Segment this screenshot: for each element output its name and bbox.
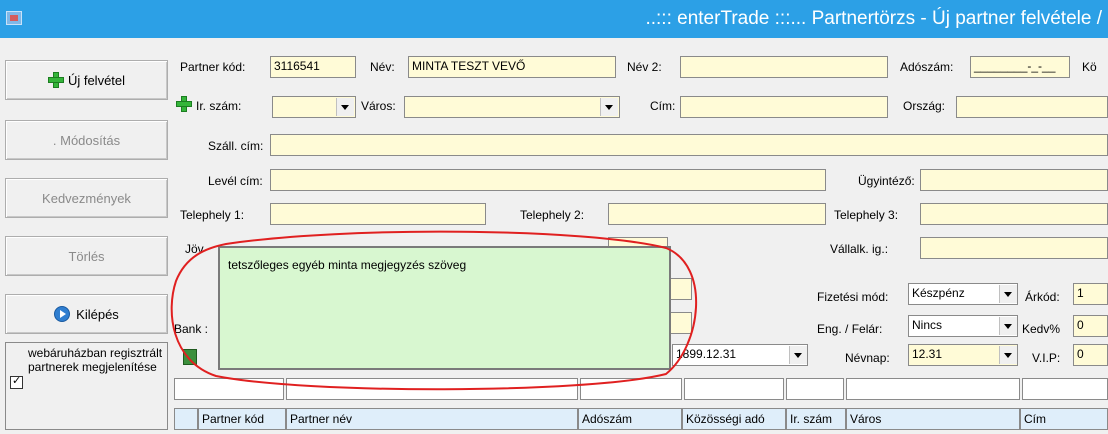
discounts-button[interactable]: Kedvezmények: [5, 178, 168, 218]
city-label: Város:: [361, 99, 396, 113]
name-label: Név:: [370, 60, 395, 74]
name2-label: Név 2:: [627, 60, 662, 74]
filter-postal-code[interactable]: [786, 378, 844, 400]
column-partner-code[interactable]: Partner kód: [198, 408, 286, 430]
site1-label: Telephely 1:: [180, 208, 245, 222]
contact-person-label: Ügyintéző:: [858, 174, 915, 188]
mail-address-field[interactable]: [270, 169, 826, 191]
web-filter-checkbox[interactable]: ✓: [10, 375, 23, 389]
vip-label: V.I.P:: [1032, 351, 1061, 365]
mail-address-label: Levél cím:: [208, 174, 263, 188]
site3-field[interactable]: [920, 203, 1108, 225]
name2-field[interactable]: [680, 56, 888, 78]
discount-surcharge-dropdown[interactable]: [999, 316, 1017, 336]
column-postal-code[interactable]: Ir. szám: [786, 408, 846, 430]
plus-icon: [176, 96, 192, 112]
partner-code-label: Partner kód:: [180, 60, 246, 74]
shipping-address-field[interactable]: [270, 134, 1108, 156]
column-city[interactable]: Város: [846, 408, 1020, 430]
chevron-down-icon: [600, 98, 618, 116]
price-code-field[interactable]: 1: [1073, 283, 1108, 305]
site2-label: Telephely 2:: [520, 208, 585, 222]
column-partner-name[interactable]: Partner név: [286, 408, 578, 430]
chevron-down-icon: [999, 285, 1017, 303]
vip-field[interactable]: 0: [1073, 344, 1108, 366]
plus-icon: [47, 72, 64, 88]
exit-button[interactable]: Kilépés: [5, 294, 168, 334]
column-community-tax[interactable]: Közösségi adó: [682, 408, 786, 430]
site1-field[interactable]: [270, 203, 486, 225]
community-tax-label: Kö: [1082, 60, 1097, 74]
postal-code-label: Ir. szám:: [196, 99, 242, 113]
country-label: Ország:: [903, 99, 946, 113]
chevron-down-icon: [999, 317, 1017, 335]
chevron-down-icon: [999, 346, 1017, 364]
annotation-circle: [170, 230, 697, 391]
delete-label: Törlés: [68, 248, 105, 264]
address-field[interactable]: [680, 96, 888, 118]
new-partner-label: Új felvétel: [67, 72, 126, 88]
new-partner-button[interactable]: Új felvétel: [5, 60, 168, 100]
name-day-dropdown[interactable]: [999, 345, 1017, 365]
web-filter-label: webáruházban regisztrált partnerek megje…: [28, 346, 163, 374]
postal-code-select[interactable]: [272, 96, 356, 118]
add-postal-button[interactable]: [176, 96, 196, 116]
chevron-down-icon: [789, 346, 807, 364]
modify-button[interactable]: . Módosítás: [5, 120, 168, 160]
filter-city[interactable]: [846, 378, 1020, 400]
contact-person-field[interactable]: [920, 169, 1108, 191]
commitment-field[interactable]: [920, 237, 1108, 259]
delete-button[interactable]: Törlés: [5, 236, 168, 276]
name-day-label: Névnap:: [845, 351, 890, 365]
commitment-label: Vállalk. ig.:: [830, 242, 889, 256]
app-icon: [6, 11, 22, 25]
filter-address[interactable]: [1022, 378, 1108, 400]
exit-label: Kilépés: [76, 306, 119, 322]
column-tax-number[interactable]: Adószám: [578, 408, 682, 430]
payment-method-label: Fizetési mód:: [817, 290, 889, 304]
title-bar: ..::: enterTrade :::... Partnertörzs - Ú…: [0, 0, 1108, 38]
price-code-label: Árkód:: [1025, 290, 1060, 304]
tax-number-field[interactable]: ________-_-__: [970, 56, 1070, 78]
payment-method-dropdown[interactable]: [999, 284, 1017, 304]
discount-surcharge-label: Eng. / Felár:: [817, 322, 883, 336]
discount-percent-label: Kedv%: [1022, 322, 1061, 336]
web-filter-box: ✓ webáruházban regisztrált partnerek meg…: [5, 342, 168, 430]
partner-code-field[interactable]: 3116541: [270, 56, 356, 78]
city-select[interactable]: [404, 96, 620, 118]
address-label: Cím:: [650, 99, 676, 113]
discount-percent-field[interactable]: 0: [1073, 315, 1108, 337]
discounts-label: Kedvezmények: [42, 190, 131, 206]
grid-indicator-column: [174, 408, 198, 430]
window-title: ..::: enterTrade :::... Partnertörzs - Ú…: [645, 8, 1102, 29]
site2-field[interactable]: [608, 203, 826, 225]
country-field[interactable]: [956, 96, 1108, 118]
shipping-address-label: Száll. cím:: [208, 139, 264, 153]
tax-number-label: Adószám:: [900, 60, 954, 74]
site3-label: Telephely 3:: [834, 208, 899, 222]
annotation-ellipse: [170, 230, 697, 391]
modify-label: . Módosítás: [52, 132, 121, 148]
exit-icon: [54, 306, 71, 322]
name-field[interactable]: MINTA TESZT VEVŐ: [408, 56, 616, 78]
column-address[interactable]: Cím: [1020, 408, 1108, 430]
chevron-down-icon: [336, 98, 354, 116]
date-dropdown[interactable]: [789, 345, 807, 365]
